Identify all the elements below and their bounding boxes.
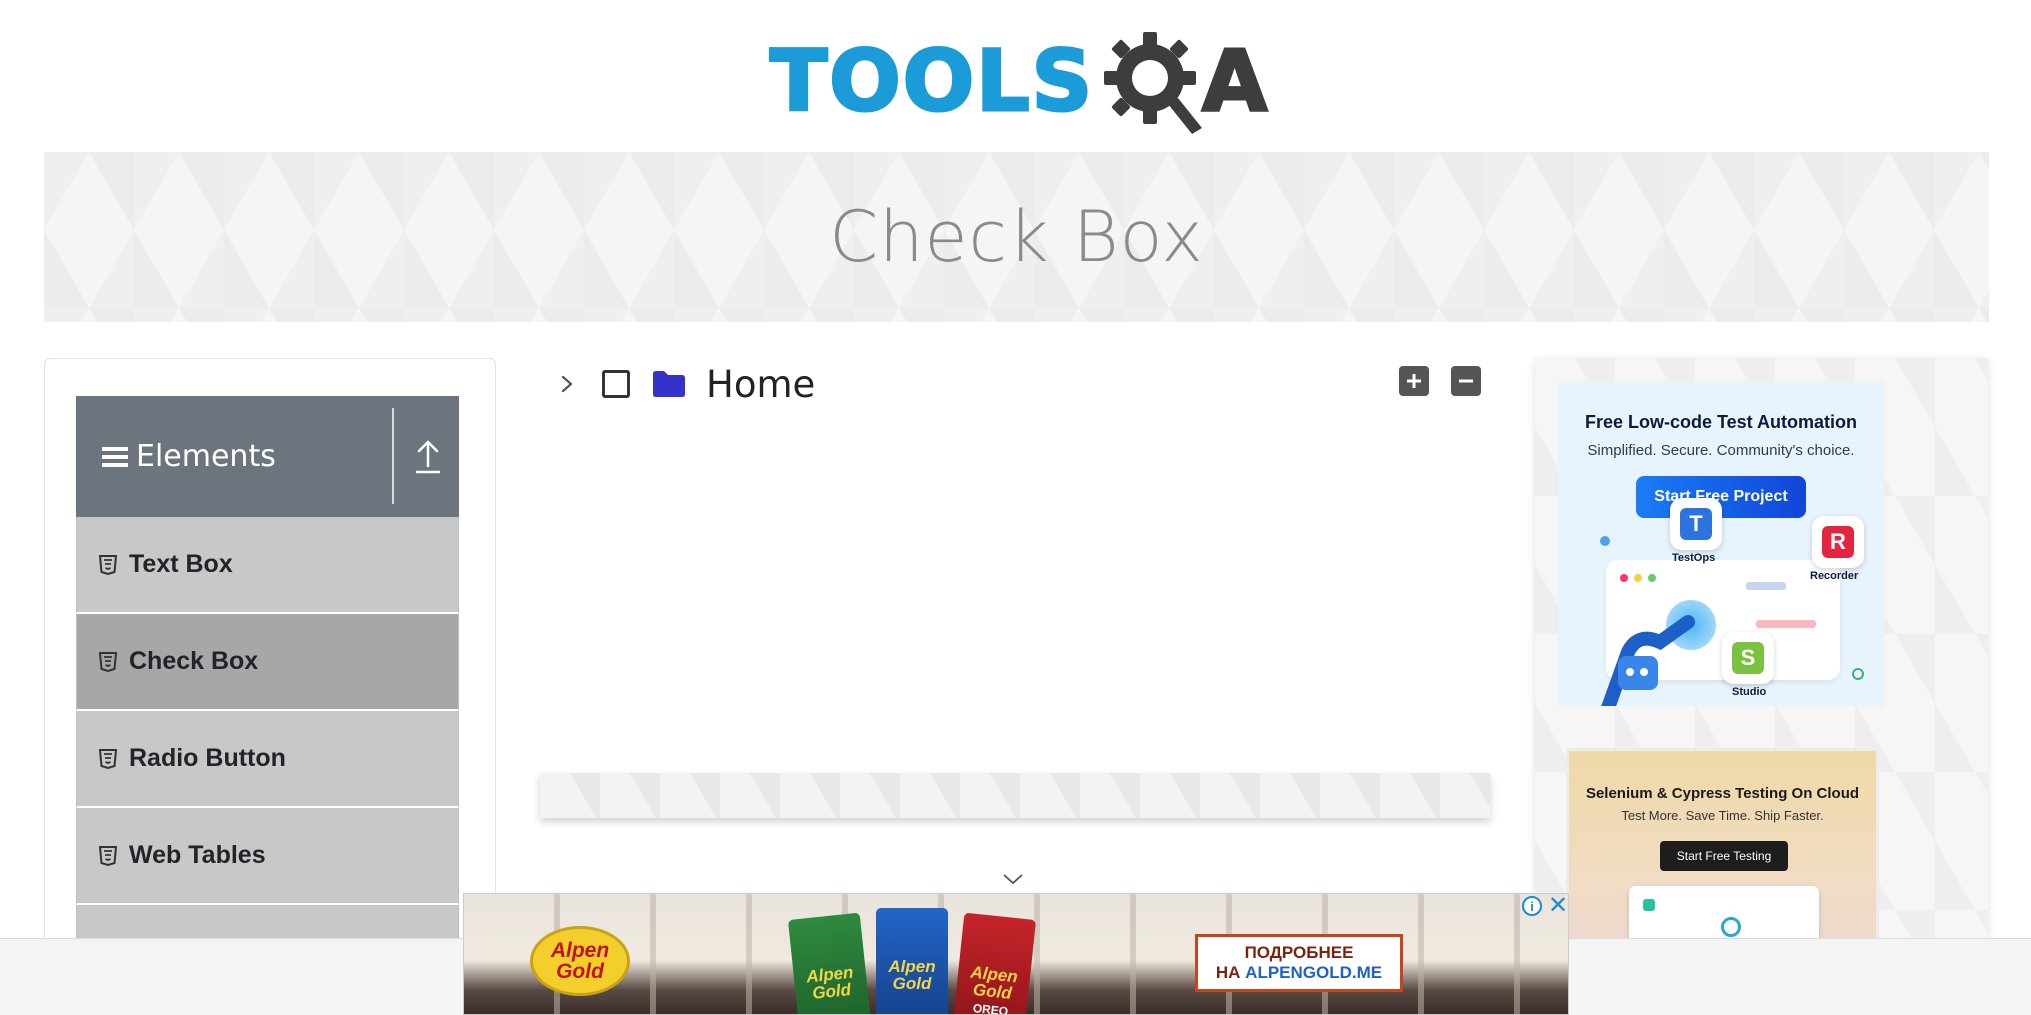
toolsqa-logo[interactable]: TOOLS A [768, 22, 1270, 140]
alpen-gold-logo: Alpen Gold [530, 926, 630, 996]
cta-prefix: НА [1215, 963, 1241, 982]
header-divider [392, 408, 394, 504]
chocolate-bar: Alpen Gold OREO [951, 912, 1037, 1015]
alpen-gold-ad[interactable]: Alpen Gold Alpen Gold Alpen Gold Alpen Gold… [463, 893, 1569, 1015]
tree-node-home: Home [556, 362, 815, 406]
expand-all-button[interactable] [1399, 366, 1429, 396]
html5-badge-icon [99, 748, 117, 769]
chevron-right-icon[interactable] [556, 369, 578, 399]
html5-badge-icon [99, 651, 117, 672]
elements-group-header[interactable]: Elements [76, 396, 459, 517]
chocolate-bar: Alpen Gold [787, 912, 873, 1014]
cta-line1: ПОДРОБНЕЕ [1244, 943, 1354, 962]
upload-arrow-icon[interactable] [408, 434, 448, 478]
cta-line2: НА ALPENGOLD.ME [1216, 963, 1382, 983]
chocolate-bar: Alpen Gold [876, 908, 948, 1014]
ad-headline: Selenium & Cypress Testing On Cloud [1585, 785, 1860, 802]
chocolate-bars-image: Alpen Gold Alpen Gold Alpen Gold OREO [787, 904, 1037, 1015]
ad-headline: Free Low-code Test Automation [1584, 412, 1857, 432]
start-free-testing-button[interactable]: Start Free Testing [1660, 841, 1788, 871]
group-title: Elements [136, 439, 276, 474]
elements-menu: Text Box Check Box Radio Button Web Tabl… [76, 517, 459, 1002]
recorder-tile: R [1812, 516, 1864, 568]
home-checkbox[interactable] [602, 370, 630, 398]
collapse-all-button[interactable] [1451, 366, 1481, 396]
sidebar-item-text-box[interactable]: Text Box [76, 517, 459, 614]
page-title: Check Box [829, 196, 1204, 278]
sidebar-item-label: Web Tables [129, 841, 266, 869]
close-icon[interactable]: ✕ [1547, 894, 1569, 918]
html5-badge-icon [99, 845, 117, 866]
hamburger-icon [102, 446, 128, 467]
plus-square-icon [1407, 374, 1421, 388]
ad-info-icon[interactable]: i [1522, 896, 1542, 916]
tile-label: Recorder [1810, 570, 1859, 582]
sidebar-item-radio-button[interactable]: Radio Button [76, 711, 459, 808]
logo-text-a: A [1201, 31, 1269, 132]
sidebar-item-web-tables[interactable]: Web Tables [76, 808, 459, 905]
html5-badge-icon [99, 554, 117, 575]
ad-screens-illustration [1629, 886, 1819, 946]
gear-icon [1104, 32, 1203, 134]
bar-oreo-label: OREO [972, 1001, 1009, 1015]
ad-cta-button[interactable]: ПОДРОБНЕЕ НА ALPENGOLD.ME [1195, 934, 1403, 992]
cta-link: ALPENGOLD.ME [1245, 963, 1383, 982]
chevron-down-icon[interactable] [1002, 872, 1024, 886]
tree-label-home[interactable]: Home [706, 363, 815, 406]
result-strip [540, 773, 1490, 818]
robot-arm-illustration [1601, 615, 1695, 706]
sidebar-item-label: Radio Button [129, 744, 286, 772]
page-banner: Check Box [44, 152, 1989, 322]
tile-label: TestOps [1672, 552, 1716, 564]
minus-square-icon [1459, 379, 1473, 383]
logo-text-tools: TOOLS [768, 31, 1095, 132]
sidebar-item-label: Check Box [129, 647, 259, 675]
testops-tile: T [1670, 498, 1722, 550]
ad-subline: Test More. Save Time. Ship Faster. [1621, 808, 1824, 823]
folder-icon [653, 371, 685, 397]
sidebar-item-check-box[interactable]: Check Box [76, 614, 459, 711]
ad-subline: Simplified. Secure. Community's choice. [1587, 442, 1855, 459]
brand-line2: Gold [556, 960, 604, 983]
brand-line1: Alpen [550, 939, 610, 962]
studio-tile: S [1722, 632, 1774, 684]
tile-label: Studio [1732, 686, 1767, 698]
ad-katalon[interactable]: Free Low-code Test Automation Simplified… [1558, 382, 1884, 706]
sidebar-item-label: Text Box [129, 550, 233, 578]
